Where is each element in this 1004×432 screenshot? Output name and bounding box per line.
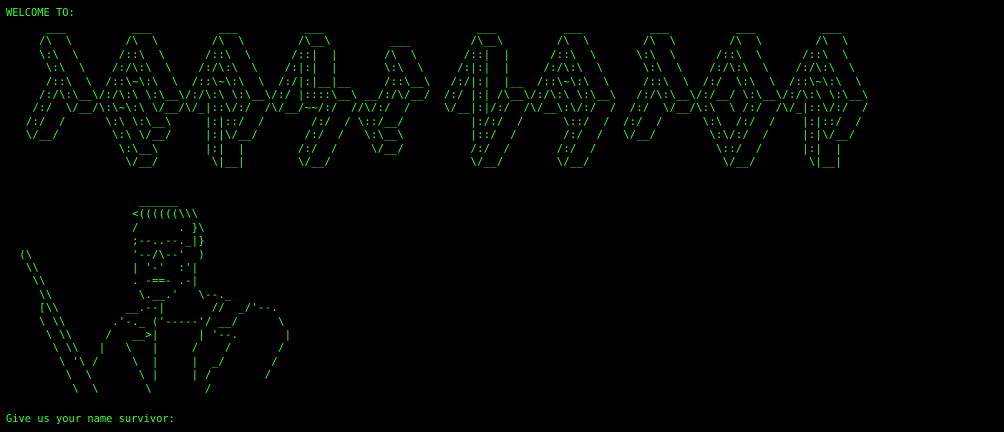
terminal-window: WELCOME TO: ___ ___ ___ ___ ___ ___ ___ … [0, 0, 1004, 432]
name-prompt-text: Give us your name survivor: [6, 413, 175, 425]
name-prompt-line[interactable]: Give us your name survivor: [6, 413, 184, 426]
title-ascii-banner: ___ ___ ___ ___ ___ ___ ___ ___ ___ /\ \… [25, 22, 869, 169]
survivor-ascii-art: ______ <((((((\\\ / . }\ ;--..--._|} (\ … [19, 195, 292, 395]
text-cursor[interactable] [177, 414, 184, 426]
welcome-text: WELCOME TO: [6, 7, 75, 19]
